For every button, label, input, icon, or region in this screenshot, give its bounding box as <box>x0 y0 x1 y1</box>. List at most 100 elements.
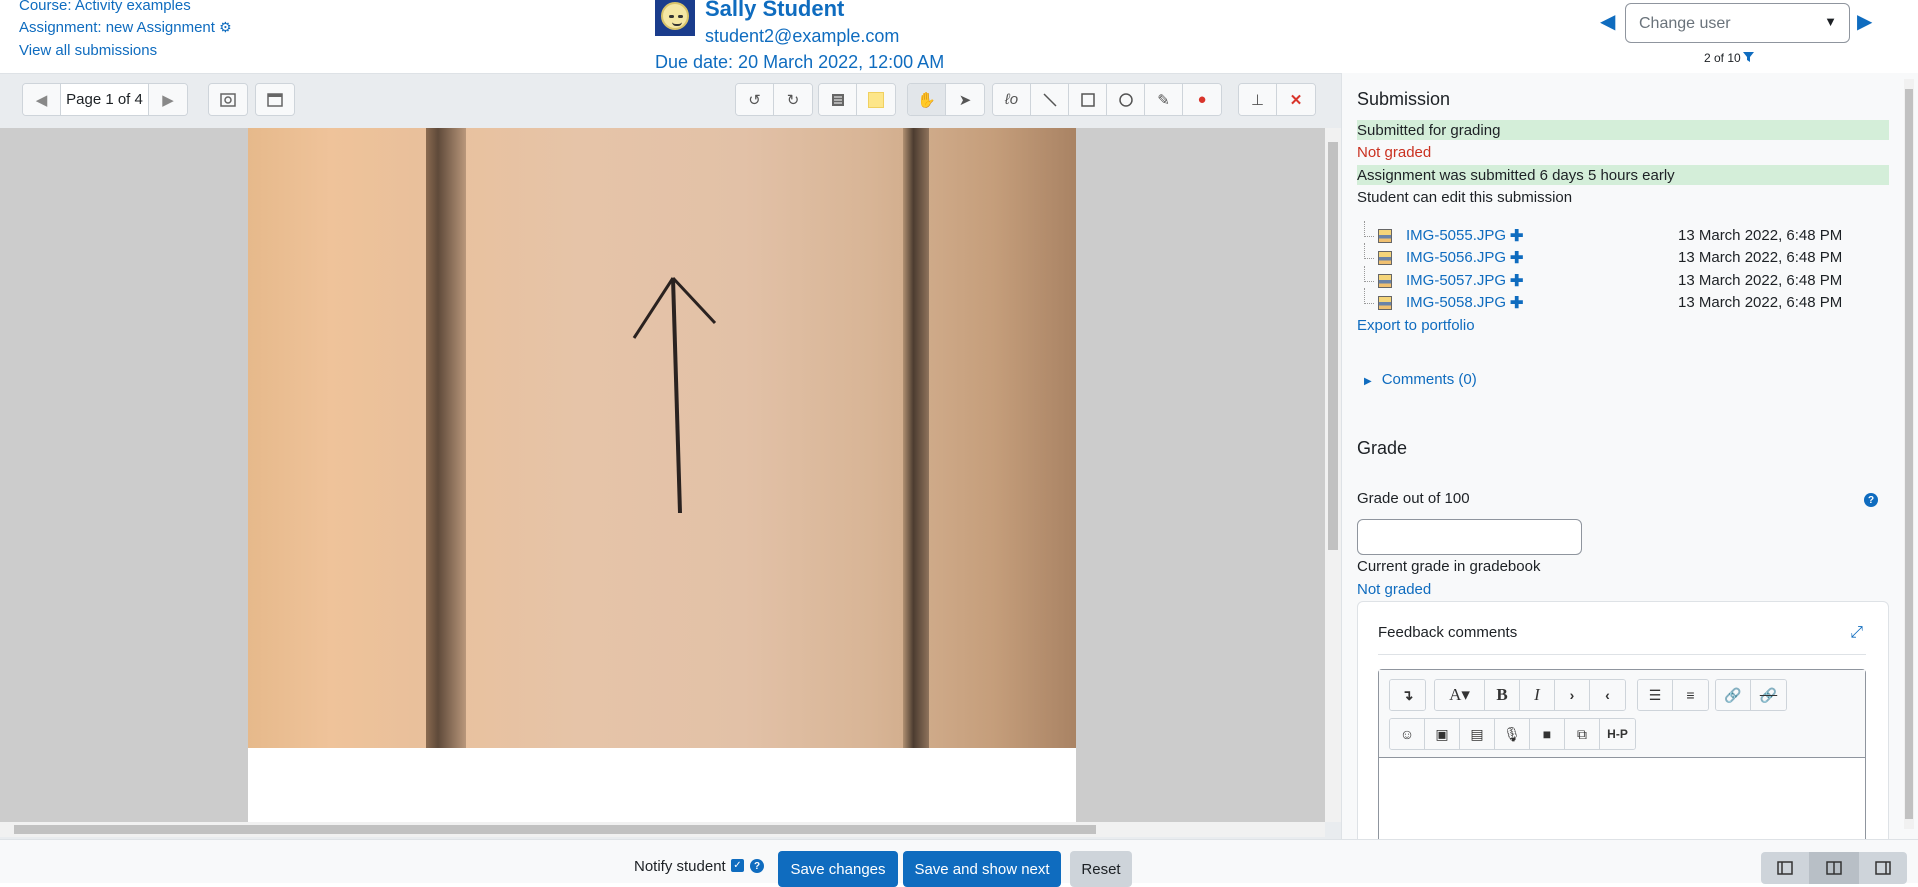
emoji-button[interactable]: ☺ <box>1390 719 1425 749</box>
bold-button[interactable]: B <box>1485 680 1520 710</box>
plus-icon[interactable]: ✚ <box>1510 293 1523 313</box>
page-indicator[interactable]: Page 1 of 4 <box>61 84 149 115</box>
tree-line <box>1364 266 1374 282</box>
highlight-tool-button[interactable]: ✎ <box>1145 84 1183 115</box>
course-link[interactable]: Course: Activity examples <box>19 0 191 14</box>
line-tool-button[interactable] <box>1031 84 1069 115</box>
horizontal-scroll-thumb[interactable] <box>14 825 1096 834</box>
page-navigation: ◀ Page 1 of 4 ▶ <box>22 83 188 116</box>
chevron-right-icon: › <box>1569 687 1575 703</box>
user-count-label: 2 of 10 <box>1704 51 1741 65</box>
vertical-scrollbar[interactable] <box>1325 128 1341 822</box>
plus-icon[interactable]: ✚ <box>1510 248 1523 268</box>
indent-button[interactable]: › <box>1555 680 1590 710</box>
unlink-icon: 🔗 <box>1759 686 1778 703</box>
user-email-link[interactable]: student2@example.com <box>705 26 899 47</box>
layout-default-button[interactable] <box>1810 852 1859 884</box>
comments-toggle[interactable]: ▶ Comments (0) <box>1364 371 1477 388</box>
file-link[interactable]: IMG-5056.JPG <box>1406 249 1506 266</box>
next-page-button[interactable]: ▶ <box>149 84 187 115</box>
pdf-page[interactable] <box>248 128 1076 822</box>
horizontal-scrollbar[interactable] <box>0 822 1325 837</box>
pen-tool-button[interactable]: ℓo <box>993 84 1031 115</box>
save-and-show-next-button[interactable]: Save and show next <box>903 851 1061 887</box>
show-more-buttons[interactable]: ↴ <box>1390 680 1425 710</box>
h5p-button[interactable]: H-P <box>1600 719 1635 749</box>
avatar-mouth <box>672 22 682 26</box>
file-link[interactable]: IMG-5057.JPG <box>1406 272 1506 289</box>
filter-icon[interactable] <box>1742 52 1754 63</box>
grade-input[interactable] <box>1357 519 1582 555</box>
help-icon[interactable]: ? <box>1864 493 1878 507</box>
comment-tool-button[interactable] <box>819 84 857 115</box>
assignment-link[interactable]: Assignment: new Assignment ⚙ <box>19 19 232 36</box>
stamp-tool-button[interactable]: ⊥ <box>1239 84 1277 115</box>
select-tool-button[interactable]: ➤ <box>946 84 984 115</box>
help-icon[interactable]: ? <box>750 859 764 873</box>
user-name-link[interactable]: Sally Student <box>705 0 844 22</box>
divider <box>1378 654 1866 655</box>
unordered-list-button[interactable]: ☰ <box>1638 680 1673 710</box>
unlink-button[interactable]: 🔗 <box>1751 680 1786 710</box>
panel-scroll-thumb[interactable] <box>1905 89 1913 819</box>
comments-label[interactable]: Comments (0) <box>1382 371 1477 388</box>
export-portfolio-link[interactable]: Export to portfolio <box>1357 317 1475 334</box>
notify-student-checkbox[interactable]: ✓ <box>731 859 744 872</box>
previous-user-icon[interactable]: ◀ <box>1600 9 1615 34</box>
rotate-right-button[interactable]: ↻ <box>774 84 812 115</box>
layout-collapse-review-button[interactable] <box>1761 852 1810 884</box>
panel-left-icon <box>1777 861 1793 875</box>
search-comments-icon <box>220 92 236 107</box>
media-button[interactable]: ▤ <box>1460 719 1495 749</box>
status-submitted: Submitted for grading <box>1357 120 1889 140</box>
expand-comments-button[interactable] <box>256 84 294 115</box>
record-video-button[interactable]: ■ <box>1530 719 1565 749</box>
file-link[interactable]: IMG-5058.JPG <box>1406 294 1506 311</box>
view-all-submissions-link[interactable]: View all submissions <box>19 42 157 59</box>
paragraph-style-button[interactable]: A▾ <box>1435 680 1485 710</box>
layout-collapse-grade-button[interactable] <box>1859 852 1907 884</box>
outdent-button[interactable]: ‹ <box>1590 680 1625 710</box>
pan-tool-button[interactable]: ✋ <box>908 84 946 115</box>
grade-label: Grade out of 100 <box>1357 490 1470 507</box>
avatar <box>655 0 695 36</box>
assignment-link-label[interactable]: Assignment: new Assignment <box>19 19 215 36</box>
caret-right-icon: ▶ <box>1364 376 1372 387</box>
delete-annotation-button[interactable]: ✕ <box>1277 84 1315 115</box>
due-date: Due date: 20 March 2022, 12:00 AM <box>655 52 945 72</box>
search-comments-button[interactable] <box>209 84 247 115</box>
expand-icon[interactable]: ⤢ <box>1850 624 1863 642</box>
italic-button[interactable]: I <box>1520 680 1555 710</box>
link-button[interactable]: 🔗 <box>1716 680 1751 710</box>
ordered-list-button[interactable]: ≡ <box>1673 680 1708 710</box>
yellow-swatch-icon <box>868 91 884 108</box>
page-canvas <box>0 128 1325 822</box>
gradebook-value-link[interactable]: Not graded <box>1357 581 1431 598</box>
vertical-scroll-thumb[interactable] <box>1328 142 1338 550</box>
gear-icon[interactable]: ⚙ <box>219 19 232 35</box>
plus-icon[interactable]: ✚ <box>1510 271 1523 291</box>
avatar-face <box>661 2 689 30</box>
reset-button[interactable]: Reset <box>1070 851 1132 887</box>
file-link[interactable]: IMG-5055.JPG <box>1406 227 1506 244</box>
panel-scrollbar[interactable] <box>1904 79 1914 829</box>
change-user-select[interactable]: Change user ▼ <box>1625 3 1850 43</box>
next-user-icon[interactable]: ▶ <box>1857 9 1872 34</box>
triangle-right-icon: ▶ <box>162 91 174 109</box>
rotate-left-button[interactable]: ↺ <box>736 84 774 115</box>
record-audio-button[interactable]: 🎙 <box>1495 719 1530 749</box>
oval-tool-button[interactable] <box>1107 84 1145 115</box>
previous-page-button[interactable]: ◀ <box>23 84 61 115</box>
submission-photo <box>248 128 1076 748</box>
file-date: 13 March 2022, 6:48 PM <box>1678 272 1843 289</box>
file-row: IMG-5056.JPG ✚ 13 March 2022, 6:48 PM <box>1364 243 1844 269</box>
copy-files-icon: ⧉ <box>1577 725 1587 742</box>
panel-right-icon <box>1875 861 1891 875</box>
rectangle-tool-button[interactable] <box>1069 84 1107 115</box>
annotation-colour-button[interactable]: ● <box>1183 84 1221 115</box>
plus-icon[interactable]: ✚ <box>1510 226 1523 246</box>
image-button[interactable]: ▣ <box>1425 719 1460 749</box>
save-changes-button[interactable]: Save changes <box>778 851 898 887</box>
manage-files-button[interactable]: ⧉ <box>1565 719 1600 749</box>
comment-colour-button[interactable] <box>857 84 895 115</box>
